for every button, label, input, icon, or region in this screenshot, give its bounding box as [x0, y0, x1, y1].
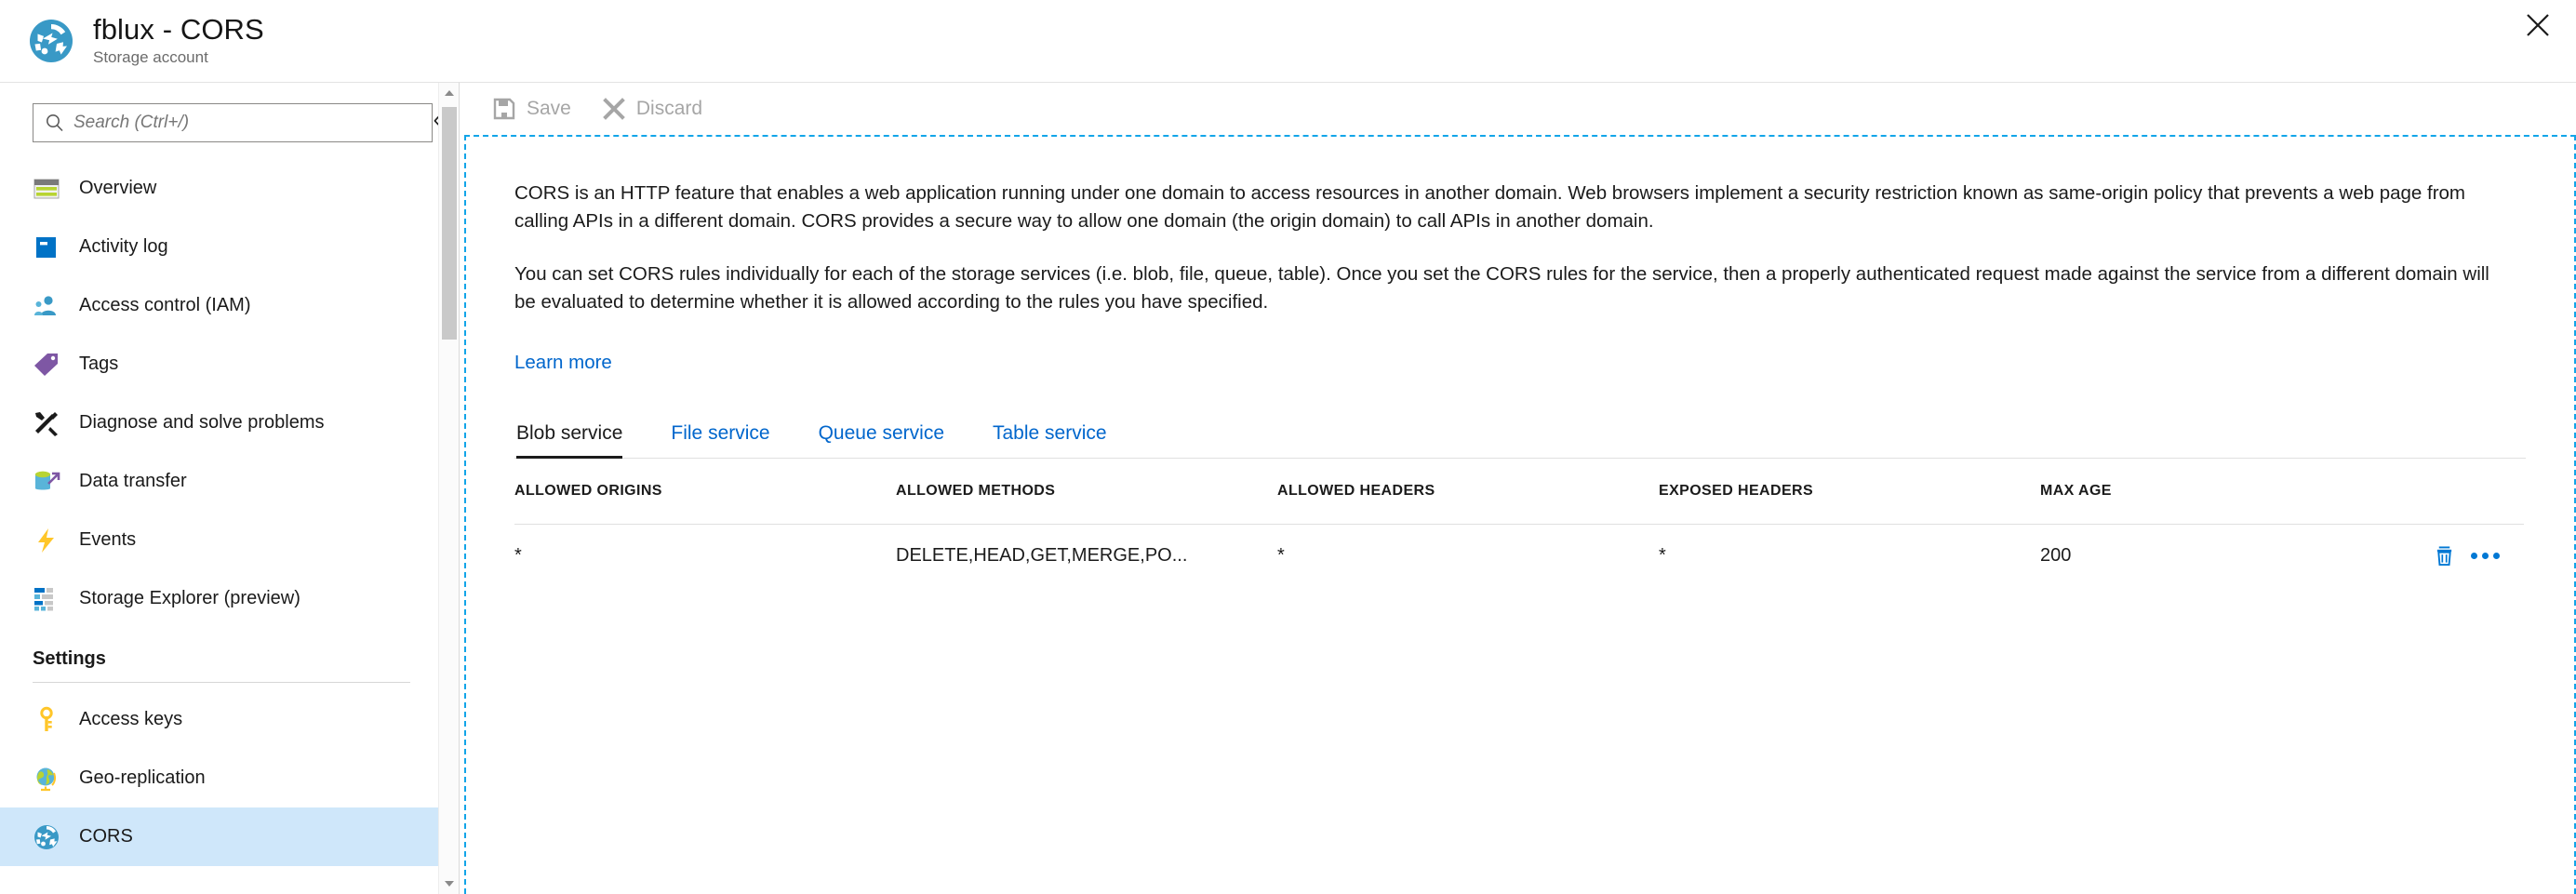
content-area: Save Discard CORS is an HTTP feature tha…	[460, 82, 2576, 894]
row-action-group	[2347, 545, 2524, 567]
sidebar-item-data-transfer[interactable]: Data transfer	[0, 452, 459, 511]
search-input[interactable]	[73, 113, 418, 133]
sidebar-item-label: Tags	[79, 354, 119, 374]
sidebar-item-label: Diagnose and solve problems	[79, 412, 325, 433]
discard-button[interactable]: Discard	[603, 98, 702, 120]
page-subtitle: Storage account	[93, 48, 208, 67]
tab-queue-service[interactable]: Queue service	[794, 422, 968, 458]
allowed-methods-value: DELETE,HEAD,GET,MERGE,PO...	[896, 545, 1188, 567]
discard-label: Discard	[635, 98, 703, 119]
cell-allowed-origins: *	[514, 524, 896, 588]
data-transfer-icon	[33, 468, 60, 496]
sidebar-item-access-control[interactable]: Access control (IAM)	[0, 276, 459, 335]
sidebar-item-overview[interactable]: Overview	[0, 159, 459, 218]
cors-description-paragraph-1: CORS is an HTTP feature that enables a w…	[514, 182, 2465, 233]
cell-exposed-headers: *	[1659, 524, 2040, 588]
sidebar-item-cors[interactable]: CORS	[0, 807, 459, 866]
access-control-icon	[33, 292, 60, 320]
save-label: Save	[527, 98, 571, 119]
sidebar-section-divider	[33, 682, 410, 683]
sidebar: « Overview	[0, 82, 460, 894]
column-header-allowed-origins: ALLOWED ORIGINS	[514, 483, 662, 500]
search-icon	[45, 113, 65, 133]
sidebar-item-label: CORS	[79, 826, 133, 847]
tab-file-service[interactable]: File service	[647, 422, 794, 458]
command-toolbar: Save Discard	[460, 83, 2576, 135]
cell-max-age: 200	[2040, 524, 2347, 588]
azure-portal-blade: fblux - CORS Storage account Search (Ctr…	[0, 0, 2576, 894]
sidebar-scrollbar[interactable]	[438, 83, 459, 894]
blade-header: fblux - CORS Storage account	[0, 0, 2576, 82]
column-header-exposed-headers: EXPOSED HEADERS	[1659, 483, 1814, 500]
sidebar-item-label: Storage Explorer (preview)	[79, 588, 300, 608]
column-header-actions	[2347, 483, 2524, 525]
sidebar-item-geo-replication[interactable]: Geo-replication	[0, 749, 459, 807]
globe-icon	[33, 765, 60, 793]
save-button[interactable]: Save	[493, 98, 571, 120]
sidebar-item-access-keys[interactable]: Access keys	[0, 690, 459, 749]
sidebar-nav-scroll-area: Overview Activity log Access control (IA…	[0, 159, 459, 894]
cell-allowed-headers: *	[1277, 524, 1659, 588]
sidebar-section-title: Settings	[33, 648, 106, 669]
diagnose-icon	[33, 409, 60, 437]
cell-row-actions	[2347, 524, 2524, 588]
storage-explorer-icon	[33, 585, 60, 613]
key-icon	[33, 706, 60, 734]
scroll-down-arrow-icon[interactable]	[439, 874, 460, 894]
tab-blob-service[interactable]: Blob service	[514, 422, 647, 460]
overview-icon	[33, 175, 60, 203]
activity-log-icon	[33, 234, 60, 261]
cell-allowed-methods: DELETE,HEAD,GET,MERGE,PO...	[896, 524, 1277, 588]
discard-icon	[603, 98, 625, 120]
scrollbar-thumb[interactable]	[442, 107, 457, 340]
sidebar-item-label: Overview	[79, 178, 157, 198]
close-icon[interactable]	[2516, 4, 2559, 47]
table-row[interactable]: * DELETE,HEAD,GET,MERGE,PO... * * 200	[514, 524, 2524, 588]
sidebar-settings-list: Access keys Geo-replication CORS	[0, 690, 459, 866]
search-box[interactable]	[33, 103, 433, 142]
tags-icon	[33, 351, 60, 379]
column-header-allowed-methods: ALLOWED METHODS	[896, 483, 1056, 500]
cors-description-paragraph-2: You can set CORS rules individually for …	[514, 262, 2489, 313]
sidebar-item-activity-log[interactable]: Activity log	[0, 218, 459, 276]
column-header-allowed-headers: ALLOWED HEADERS	[1277, 483, 1435, 500]
sidebar-item-label: Geo-replication	[79, 767, 206, 788]
cors-storage-icon	[26, 16, 76, 66]
sidebar-item-diagnose[interactable]: Diagnose and solve problems	[0, 394, 459, 452]
sidebar-item-tags[interactable]: Tags	[0, 335, 459, 394]
learn-more-link[interactable]: Learn more	[514, 352, 612, 374]
sidebar-item-label: Access keys	[79, 709, 183, 729]
column-header-max-age: MAX AGE	[2040, 483, 2112, 500]
cors-settings-panel: CORS is an HTTP feature that enables a w…	[464, 135, 2576, 894]
sidebar-item-label: Access control (IAM)	[79, 295, 251, 315]
scroll-up-arrow-icon[interactable]	[439, 83, 460, 103]
blade-body: « Overview	[0, 82, 2576, 894]
ellipsis-icon[interactable]	[2471, 553, 2500, 560]
sidebar-nav-list: Overview Activity log Access control (IA…	[0, 159, 459, 628]
sidebar-settings-section: Settings	[0, 628, 459, 683]
table-header-row: ALLOWED ORIGINS ALLOWED METHODS ALLOWED …	[514, 483, 2524, 525]
table-header: ALLOWED ORIGINS ALLOWED METHODS ALLOWED …	[514, 483, 2524, 525]
cors-icon	[33, 823, 60, 851]
save-icon	[493, 98, 515, 120]
service-tabs: Blob service File service Queue service …	[514, 422, 2526, 460]
table-body: * DELETE,HEAD,GET,MERGE,PO... * * 200	[514, 524, 2524, 588]
sidebar-item-label: Activity log	[79, 236, 168, 257]
sidebar-search-row: «	[0, 83, 459, 159]
sidebar-item-events[interactable]: Events	[0, 511, 459, 569]
events-icon	[33, 527, 60, 554]
sidebar-item-label: Data transfer	[79, 471, 187, 491]
cors-rules-table: ALLOWED ORIGINS ALLOWED METHODS ALLOWED …	[514, 483, 2524, 588]
tab-table-service[interactable]: Table service	[968, 422, 1131, 458]
page-title: fblux - CORS	[93, 12, 264, 46]
sidebar-item-label: Events	[79, 529, 137, 550]
trash-icon[interactable]	[2435, 545, 2454, 567]
sidebar-item-storage-explorer[interactable]: Storage Explorer (preview)	[0, 569, 459, 628]
